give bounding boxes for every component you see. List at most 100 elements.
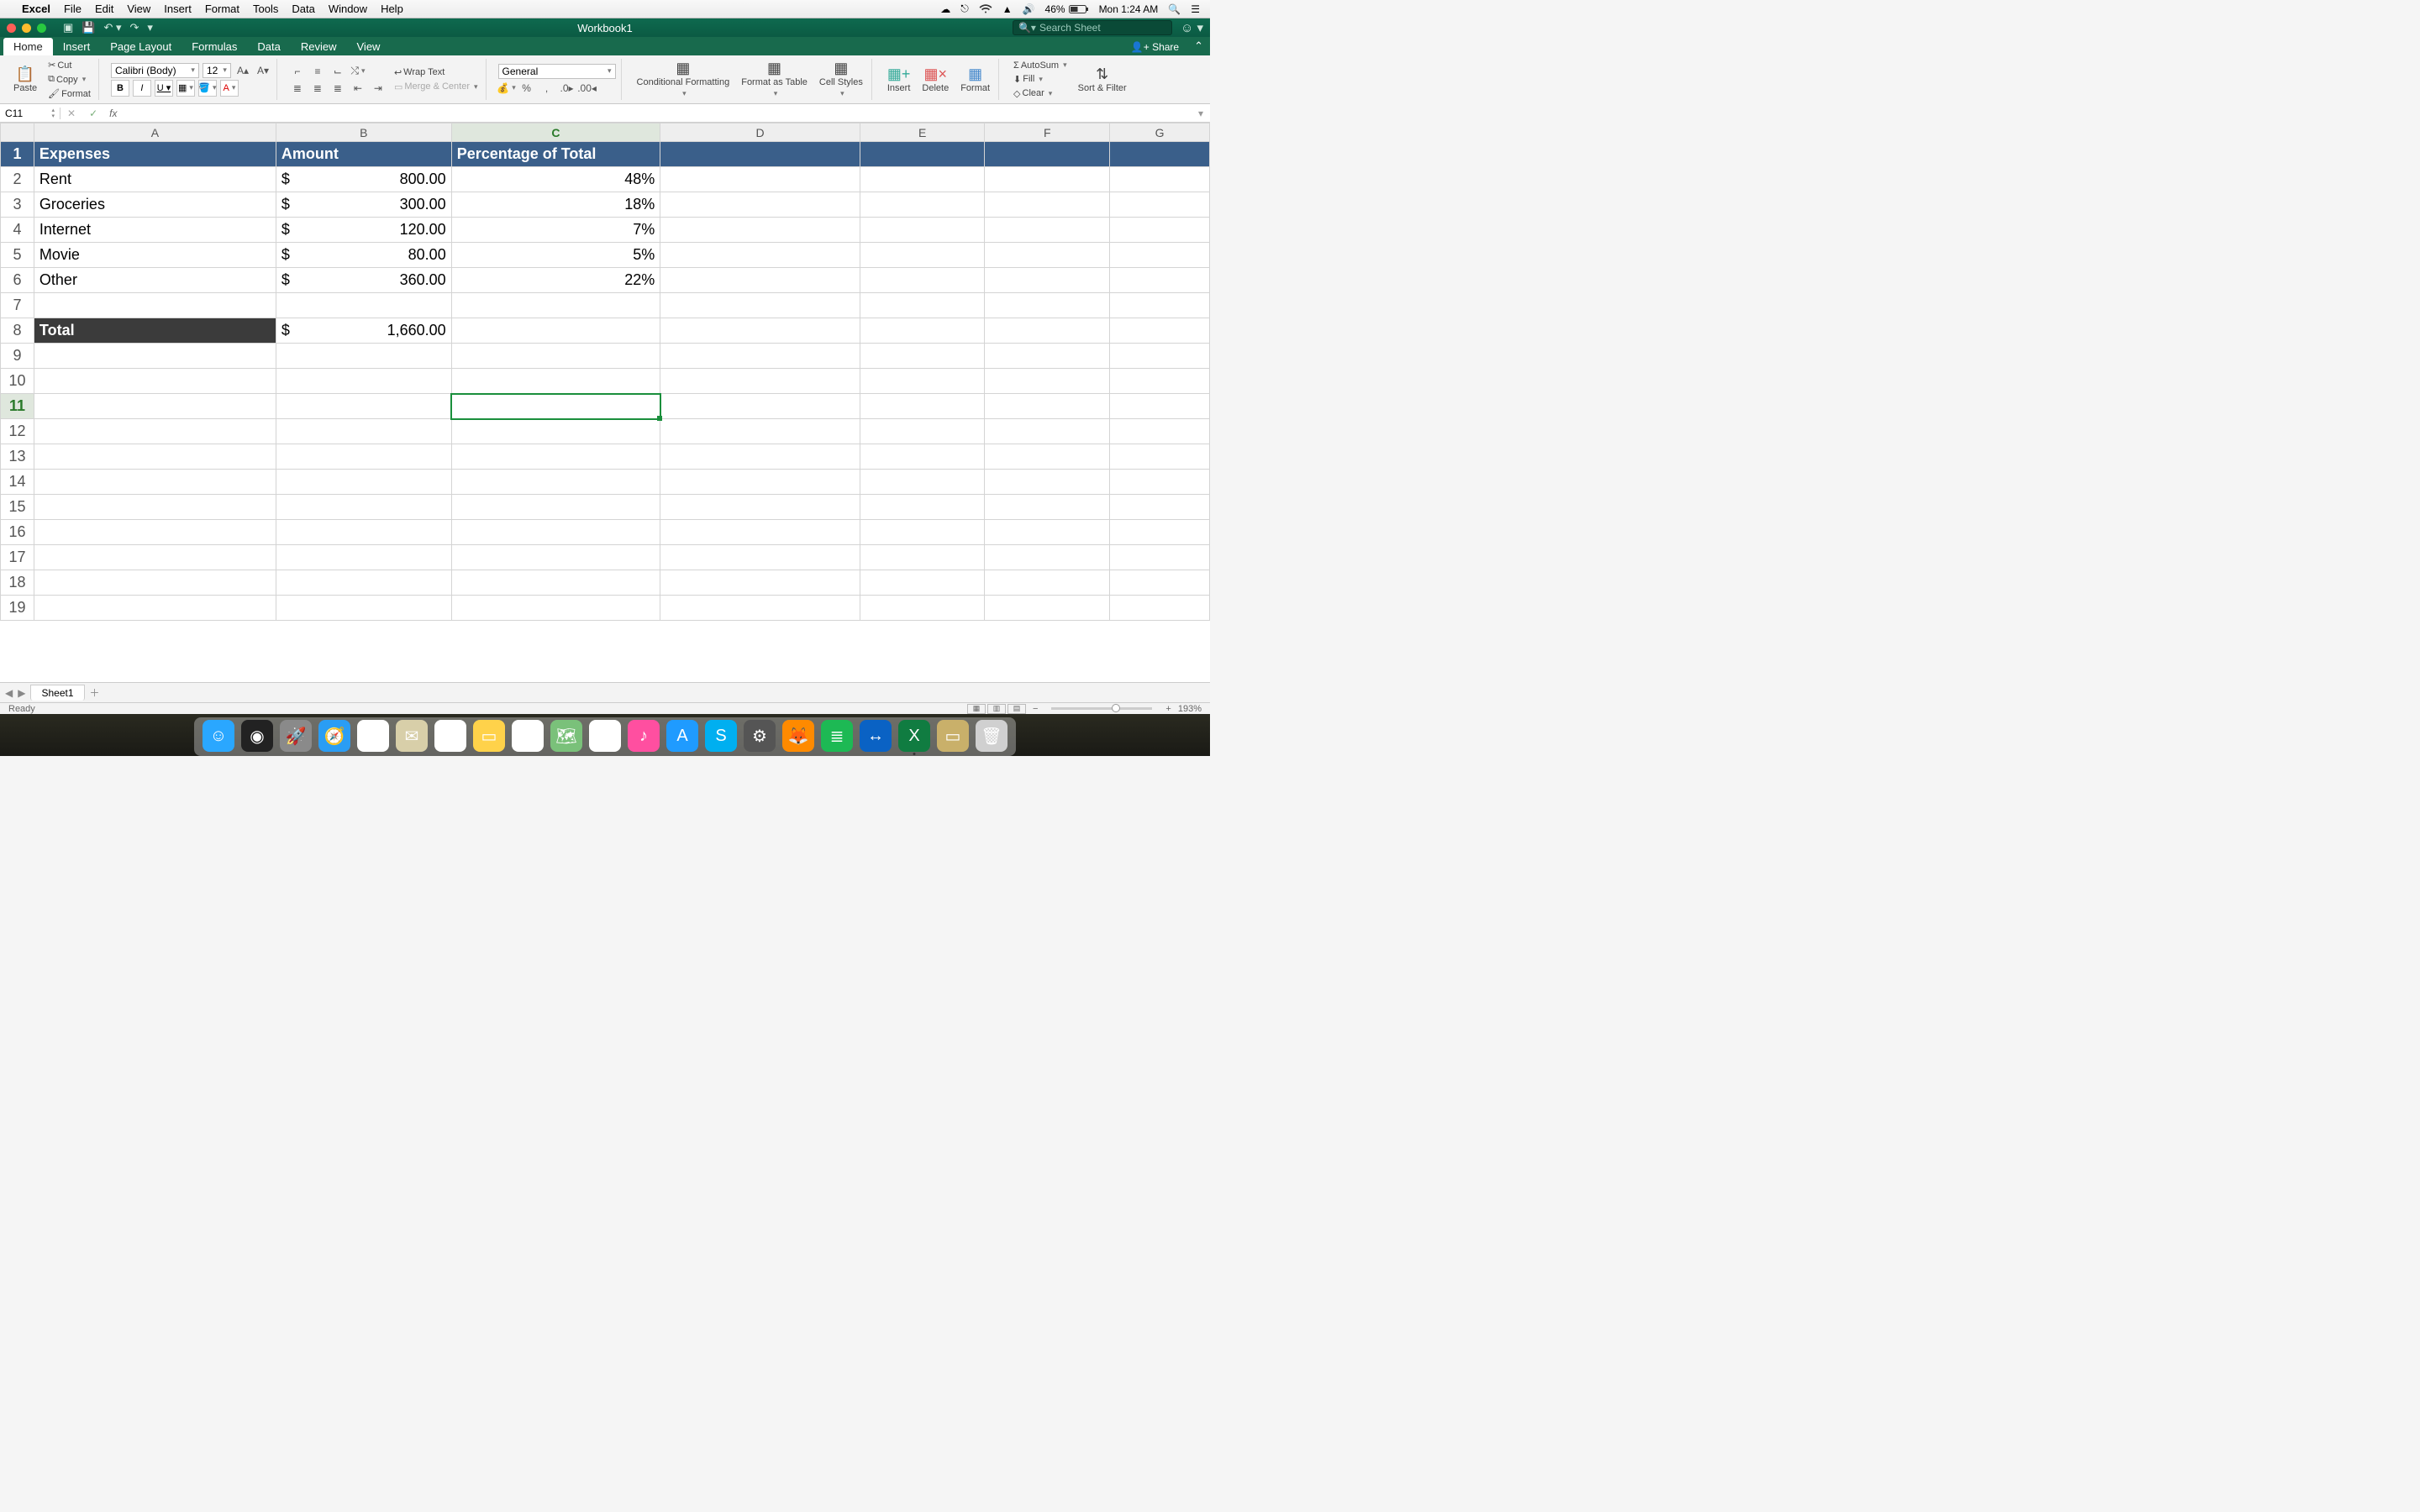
align-bottom-icon[interactable]: ⌙ <box>329 64 346 79</box>
row-header-9[interactable]: 9 <box>1 344 34 369</box>
cell-A13[interactable] <box>34 444 276 470</box>
cell-E2[interactable] <box>860 167 985 192</box>
cell-C15[interactable] <box>451 495 660 520</box>
dock-launchpad-icon[interactable]: 🚀 <box>280 720 312 752</box>
cell-G19[interactable] <box>1110 596 1210 621</box>
cell-D18[interactable] <box>660 570 860 596</box>
dock-itunes-icon[interactable]: ♪ <box>628 720 660 752</box>
close-window[interactable] <box>7 24 16 33</box>
row-header-16[interactable]: 16 <box>1 520 34 545</box>
cell-A8[interactable]: Total <box>34 318 276 344</box>
cell-G13[interactable] <box>1110 444 1210 470</box>
cell-E12[interactable] <box>860 419 985 444</box>
zoom-out-button[interactable]: − <box>1033 704 1038 714</box>
cell-F11[interactable] <box>985 394 1110 419</box>
cell-G15[interactable] <box>1110 495 1210 520</box>
notification-center-icon[interactable]: ☰ <box>1191 3 1200 15</box>
cell-A5[interactable]: Movie <box>34 243 276 268</box>
cell-B7[interactable] <box>276 293 451 318</box>
row-header-2[interactable]: 2 <box>1 167 34 192</box>
row-header-1[interactable]: 1 <box>1 142 34 167</box>
cell-B6[interactable]: $360.00 <box>276 268 451 293</box>
row-header-12[interactable]: 12 <box>1 419 34 444</box>
col-header-A[interactable]: A <box>34 123 276 142</box>
cell-G16[interactable] <box>1110 520 1210 545</box>
cell-E19[interactable] <box>860 596 985 621</box>
bold-button[interactable]: B <box>111 80 129 97</box>
enter-formula-icon[interactable]: ✓ <box>82 108 104 119</box>
conditional-formatting-button[interactable]: ▦Conditional Formatting <box>634 59 734 100</box>
row-header-18[interactable]: 18 <box>1 570 34 596</box>
zoom-window[interactable] <box>37 24 46 33</box>
cell-F4[interactable] <box>985 218 1110 243</box>
dock-photos-icon[interactable]: ✿ <box>589 720 621 752</box>
tab-review[interactable]: Review <box>291 38 347 55</box>
cell-G12[interactable] <box>1110 419 1210 444</box>
delete-cells-button[interactable]: ▦×Delete <box>918 65 952 95</box>
autosave-icon[interactable]: ▣ <box>63 21 73 34</box>
cell-D5[interactable] <box>660 243 860 268</box>
menu-window[interactable]: Window <box>329 3 367 15</box>
cell-B14[interactable] <box>276 470 451 495</box>
cell-B17[interactable] <box>276 545 451 570</box>
cell-B3[interactable]: $300.00 <box>276 192 451 218</box>
decrease-decimal-icon[interactable]: .00◂ <box>579 81 596 96</box>
tab-formulas[interactable]: Formulas <box>182 38 247 55</box>
battery-status[interactable]: 46% <box>1045 3 1089 15</box>
cell-D2[interactable] <box>660 167 860 192</box>
redo-icon[interactable]: ↷ <box>130 21 139 34</box>
col-header-F[interactable]: F <box>985 123 1110 142</box>
volume-icon[interactable]: 🔊 <box>1023 3 1035 15</box>
format-cells-button[interactable]: ▦Format <box>957 65 993 95</box>
align-middle-icon[interactable]: ≡ <box>309 64 326 79</box>
increase-decimal-icon[interactable]: .0▸ <box>559 81 576 96</box>
wrap-text-button[interactable]: ↩ Wrap Text <box>392 66 481 79</box>
dock-excel-icon[interactable]: X <box>898 720 930 752</box>
row-header-6[interactable]: 6 <box>1 268 34 293</box>
fill-button[interactable]: ⬇ Fill <box>1011 73 1070 86</box>
accounting-format-icon[interactable]: 💰 <box>498 81 515 96</box>
clear-button[interactable]: ◇ Clear <box>1011 87 1070 100</box>
dock-firefox-icon[interactable]: 🦊 <box>782 720 814 752</box>
cell-A6[interactable]: Other <box>34 268 276 293</box>
app-menu[interactable]: Excel <box>22 3 50 15</box>
cancel-formula-icon[interactable]: ✕ <box>60 108 82 119</box>
cell-C12[interactable] <box>451 419 660 444</box>
cell-B10[interactable] <box>276 369 451 394</box>
zoom-level[interactable]: 193% <box>1178 704 1202 714</box>
cell-F8[interactable] <box>985 318 1110 344</box>
cell-B4[interactable]: $120.00 <box>276 218 451 243</box>
col-header-D[interactable]: D <box>660 123 860 142</box>
cell-F15[interactable] <box>985 495 1110 520</box>
cell-C2[interactable]: 48% <box>451 167 660 192</box>
cell-G4[interactable] <box>1110 218 1210 243</box>
cell-A1[interactable]: Expenses <box>34 142 276 167</box>
underline-button[interactable]: U ▾ <box>155 80 173 97</box>
dock-finder-icon[interactable]: ☺ <box>203 720 234 752</box>
cell-E5[interactable] <box>860 243 985 268</box>
cell-A2[interactable]: Rent <box>34 167 276 192</box>
cell-G3[interactable] <box>1110 192 1210 218</box>
cell-E17[interactable] <box>860 545 985 570</box>
cell-A12[interactable] <box>34 419 276 444</box>
col-header-G[interactable]: G <box>1110 123 1210 142</box>
cell-F10[interactable] <box>985 369 1110 394</box>
merge-center-button[interactable]: ▭ Merge & Center <box>392 81 481 93</box>
menu-file[interactable]: File <box>64 3 82 15</box>
percent-format-icon[interactable]: % <box>518 81 535 96</box>
align-right-icon[interactable]: ≣ <box>329 81 346 96</box>
cell-D1[interactable] <box>660 142 860 167</box>
col-header-B[interactable]: B <box>276 123 451 142</box>
clock[interactable]: Mon 1:24 AM <box>1099 3 1159 15</box>
cell-F16[interactable] <box>985 520 1110 545</box>
dock-settings-icon[interactable]: ⚙ <box>744 720 776 752</box>
cell-D10[interactable] <box>660 369 860 394</box>
cell-styles-button[interactable]: ▦Cell Styles <box>816 59 866 100</box>
col-header-E[interactable]: E <box>860 123 985 142</box>
row-header-5[interactable]: 5 <box>1 243 34 268</box>
menu-edit[interactable]: Edit <box>95 3 113 15</box>
tab-insert[interactable]: Insert <box>53 38 101 55</box>
increase-indent-icon[interactable]: ⇥ <box>370 81 387 96</box>
row-header-3[interactable]: 3 <box>1 192 34 218</box>
cell-D12[interactable] <box>660 419 860 444</box>
